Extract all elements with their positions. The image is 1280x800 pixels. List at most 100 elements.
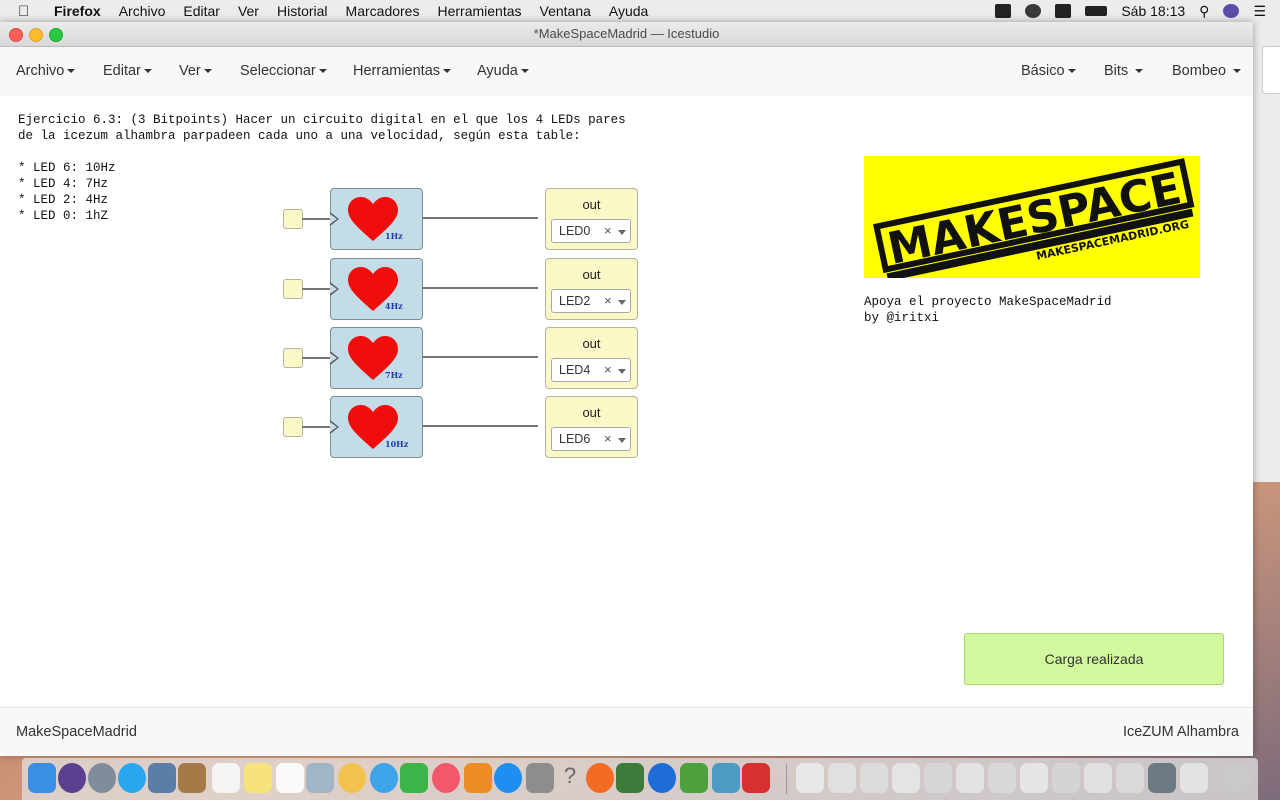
facetime-icon[interactable] (400, 763, 428, 793)
ibooks-icon[interactable] (464, 763, 492, 793)
document-icon[interactable] (956, 763, 984, 793)
input-port[interactable] (283, 279, 303, 299)
appmenu-archivo[interactable]: Archivo (16, 63, 76, 79)
document-icon[interactable] (892, 763, 920, 793)
menu-marcadores[interactable]: Marcadores (346, 3, 420, 19)
app-store-icon[interactable] (494, 763, 522, 793)
preview-icon[interactable] (148, 763, 176, 793)
menu-ayuda[interactable]: Ayuda (609, 3, 648, 19)
evernote-status-icon[interactable] (995, 4, 1012, 18)
location-icon[interactable] (648, 763, 676, 793)
appmenu-bombeo[interactable]: Bombeo (1172, 63, 1242, 79)
heartbeat-block[interactable]: 10Hz (330, 396, 423, 458)
icestudio-icon[interactable] (712, 763, 740, 793)
board-name[interactable]: IceZUM Alhambra (1123, 724, 1239, 740)
calendar-icon[interactable] (212, 763, 240, 793)
minimize-window-button[interactable] (29, 28, 43, 42)
appmenu-bits[interactable]: Bits (1104, 63, 1144, 79)
clear-icon[interactable]: × (604, 223, 612, 238)
input-port[interactable] (283, 348, 303, 368)
wire[interactable] (422, 356, 538, 358)
gear-app-icon[interactable] (742, 763, 770, 793)
wifi-icon[interactable] (1025, 4, 1042, 18)
design-canvas[interactable]: Ejercicio 6.3: (3 Bitpoints) Hacer un ci… (0, 96, 1253, 707)
screenshot-icon[interactable] (1148, 763, 1176, 793)
wire[interactable] (302, 288, 332, 290)
menu-archivo[interactable]: Archivo (119, 3, 166, 19)
chevron-down-icon[interactable] (618, 369, 626, 374)
notification-center-icon[interactable]: ☰ (1253, 3, 1266, 20)
appmenu-basico[interactable]: Básico (1021, 63, 1076, 79)
menu-ver[interactable]: Ver (238, 3, 259, 19)
launchpad-icon[interactable] (88, 763, 116, 793)
itunes-icon[interactable] (432, 763, 460, 793)
input-port[interactable] (283, 209, 303, 229)
output-block[interactable]: out LED6 × (545, 396, 638, 458)
siri-icon[interactable] (58, 763, 86, 793)
appmenu-ver[interactable]: Ver (179, 63, 212, 79)
clear-icon[interactable]: × (604, 431, 612, 446)
chevron-down-icon[interactable] (618, 300, 626, 305)
window-titlebar[interactable]: *MakeSpaceMadrid — Icestudio (0, 22, 1253, 47)
document-icon[interactable] (860, 763, 888, 793)
close-window-button[interactable] (9, 28, 23, 42)
wire[interactable] (302, 426, 332, 428)
output-block[interactable]: out LED0 × (545, 188, 638, 250)
battery-icon[interactable] (1085, 6, 1108, 16)
menu-app-firefox[interactable]: Firefox (54, 3, 101, 19)
apple-icon[interactable]:  (18, 3, 42, 20)
contacts-icon[interactable] (178, 763, 206, 793)
menu-historial[interactable]: Historial (277, 3, 328, 19)
siri-icon[interactable] (1223, 4, 1240, 18)
menu-editar[interactable]: Editar (183, 3, 220, 19)
led-select[interactable]: LED4 × (551, 358, 631, 382)
maps-icon[interactable] (306, 763, 334, 793)
output-block[interactable]: out LED2 × (545, 258, 638, 320)
appmenu-ayuda[interactable]: Ayuda (477, 63, 529, 79)
wire[interactable] (422, 425, 538, 427)
appmenu-seleccionar[interactable]: Seleccionar (240, 63, 327, 79)
output-block[interactable]: out LED4 × (545, 327, 638, 389)
makespace-logo[interactable]: MAKESPACE MAKESPACEMADRID.ORG (864, 156, 1200, 278)
messages-icon[interactable] (370, 763, 398, 793)
evernote-icon[interactable] (616, 763, 644, 793)
airplay-icon[interactable] (1055, 4, 1072, 18)
led-select[interactable]: LED0 × (551, 219, 631, 243)
heartbeat-block[interactable]: 7Hz (330, 327, 423, 389)
chevron-down-icon[interactable] (618, 230, 626, 235)
upload-success-toast[interactable]: Carga realizada (964, 633, 1224, 685)
firefox-icon[interactable] (586, 763, 614, 793)
document-icon[interactable] (988, 763, 1016, 793)
document-icon[interactable] (1116, 763, 1144, 793)
zoom-window-button[interactable] (49, 28, 63, 42)
heartbeat-block[interactable]: 4Hz (330, 258, 423, 320)
utorrent-icon[interactable] (680, 763, 708, 793)
wire[interactable] (302, 357, 332, 359)
document-icon[interactable] (1020, 763, 1048, 793)
menu-herramientas[interactable]: Herramientas (437, 3, 521, 19)
document-icon[interactable] (1084, 763, 1112, 793)
safari-icon[interactable] (118, 763, 146, 793)
heartbeat-block[interactable]: 1Hz (330, 188, 423, 250)
menu-ventana[interactable]: Ventana (540, 3, 591, 19)
clear-icon[interactable]: × (604, 362, 612, 377)
document-icon[interactable] (796, 763, 824, 793)
wire[interactable] (302, 218, 332, 220)
chevron-down-icon[interactable] (618, 438, 626, 443)
appmenu-editar[interactable]: Editar (103, 63, 152, 79)
clock[interactable]: Sáb 18:13 (1121, 3, 1185, 19)
wire[interactable] (422, 217, 538, 219)
led-select[interactable]: LED2 × (551, 289, 631, 313)
finder-icon[interactable] (28, 763, 56, 793)
document-icon[interactable] (924, 763, 952, 793)
input-port[interactable] (283, 417, 303, 437)
notes-icon[interactable] (244, 763, 272, 793)
appmenu-herramientas[interactable]: Herramientas (353, 63, 452, 79)
reminders-icon[interactable] (276, 763, 304, 793)
spotlight-search-icon[interactable]: ⚲ (1199, 3, 1209, 20)
wire[interactable] (422, 287, 538, 289)
document-icon[interactable] (1180, 763, 1208, 793)
support-text[interactable]: Apoya el proyecto MakeSpaceMadrid by @ir… (864, 294, 1112, 326)
document-icon[interactable] (828, 763, 856, 793)
document-icon[interactable] (1052, 763, 1080, 793)
